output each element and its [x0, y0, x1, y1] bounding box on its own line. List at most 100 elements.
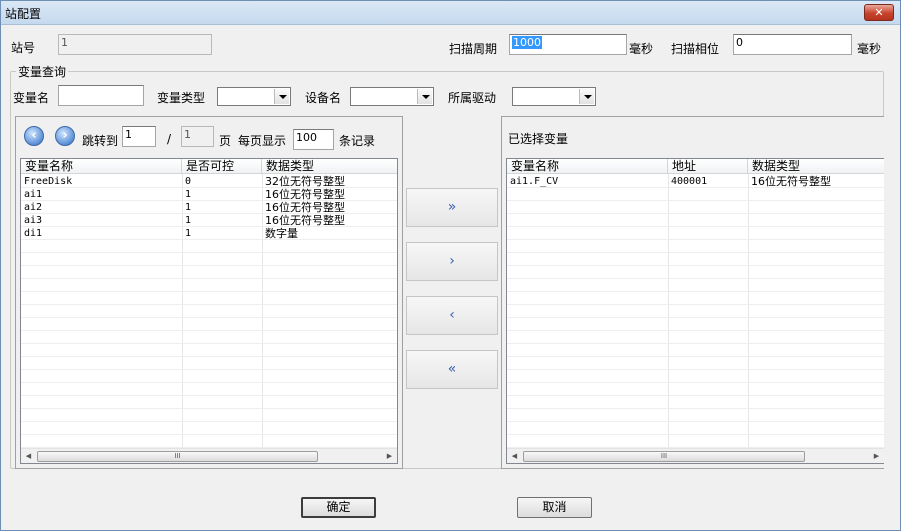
table-row[interactable]: ai3 1 16位无符号整型: [21, 214, 397, 227]
empty-row: [21, 409, 397, 422]
column-header[interactable]: 变量名称: [507, 159, 668, 174]
station-field[interactable]: 1: [58, 34, 212, 55]
ok-button[interactable]: 确定: [301, 497, 376, 518]
var-name-label: 变量名: [13, 91, 50, 105]
empty-row: [21, 344, 397, 357]
empty-row: [507, 292, 884, 305]
close-icon: ✕: [874, 6, 884, 19]
column-header[interactable]: 数据类型: [262, 159, 397, 174]
scroll-left-icon[interactable]: ◀: [507, 449, 522, 463]
driver-dropdown-icon[interactable]: [579, 89, 594, 104]
empty-row: [507, 409, 884, 422]
table-row[interactable]: di1 1 数字量: [21, 227, 397, 240]
horizontal-scrollbar[interactable]: ◀ III ▶: [21, 448, 397, 463]
table-row[interactable]: FreeDisk 0 32位无符号整型: [21, 175, 397, 188]
add-all-button[interactable]: »: [406, 188, 498, 227]
table-row[interactable]: ai2 1 16位无符号整型: [21, 201, 397, 214]
add-selected-button[interactable]: ›: [406, 242, 498, 281]
driver-label: 所属驱动: [448, 91, 497, 105]
empty-row: [507, 318, 884, 331]
device-label: 设备名: [305, 91, 342, 105]
close-button[interactable]: ✕: [864, 4, 894, 21]
empty-row: [21, 370, 397, 383]
table-cell: 400001: [671, 176, 708, 187]
empty-row: [507, 188, 884, 201]
table-row[interactable]: ai1 1 16位无符号整型: [21, 188, 397, 201]
next-page-icon[interactable]: ›: [55, 126, 75, 146]
empty-row: [507, 240, 884, 253]
scroll-thumb[interactable]: III: [37, 451, 318, 462]
empty-row: [507, 357, 884, 370]
table-cell: ai2: [24, 202, 43, 213]
table-row[interactable]: ai1.F_CV 400001 16位无符号整型: [507, 175, 884, 188]
page-number-input[interactable]: 1: [122, 126, 156, 147]
jump-to-label: 跳转到: [82, 134, 119, 148]
empty-row: [507, 370, 884, 383]
scroll-thumb[interactable]: III: [523, 451, 805, 462]
selected-variables-list[interactable]: 变量名称 地址 数据类型 ai1.F_CV 400001 16位无符号整型 ◀ II…: [506, 158, 884, 464]
column-header[interactable]: 数据类型: [748, 159, 884, 174]
remove-all-button[interactable]: «: [406, 350, 498, 389]
device-dropdown-icon[interactable]: [417, 89, 432, 104]
column-header[interactable]: 是否可控: [182, 159, 262, 174]
empty-row: [507, 201, 884, 214]
empty-row: [507, 214, 884, 227]
page-separator: /: [167, 132, 172, 146]
column-header[interactable]: 地址: [668, 159, 748, 174]
table-cell: ai1.F_CV: [510, 176, 559, 187]
empty-row: [507, 396, 884, 409]
scan-period-field[interactable]: 1000: [509, 34, 627, 55]
horizontal-scrollbar[interactable]: ◀ III ▶: [507, 448, 884, 463]
table-cell: 1: [185, 202, 192, 213]
scroll-right-icon[interactable]: ▶: [869, 449, 884, 463]
column-header[interactable]: 变量名称: [21, 159, 182, 174]
var-type-label: 变量类型: [157, 91, 206, 105]
empty-row: [507, 253, 884, 266]
empty-row: [507, 383, 884, 396]
table-cell: FreeDisk: [24, 176, 73, 187]
empty-row: [21, 383, 397, 396]
empty-row: [507, 279, 884, 292]
empty-row: [507, 227, 884, 240]
empty-row: [21, 292, 397, 305]
empty-row: [21, 396, 397, 409]
table-cell: 1: [185, 215, 192, 226]
remove-selected-button[interactable]: ‹: [406, 296, 498, 335]
var-type-dropdown-icon[interactable]: [274, 89, 289, 104]
empty-row: [21, 331, 397, 344]
variable-query-group-label: 变量查询: [16, 63, 69, 80]
scroll-right-icon[interactable]: ▶: [382, 449, 397, 463]
page-unit-label: 页: [219, 134, 232, 148]
empty-row: [21, 435, 397, 448]
per-page-input[interactable]: 100: [293, 129, 334, 150]
cancel-button[interactable]: 取消: [517, 497, 592, 518]
var-type-select[interactable]: [217, 87, 291, 106]
table-cell: ai1: [24, 189, 43, 200]
dialog-window: 站配置 ✕ 站号 1 扫描周期 1000 毫秒 扫描相位 0 毫秒 变量查询 变…: [0, 0, 901, 531]
empty-row: [21, 357, 397, 370]
empty-row: [21, 279, 397, 292]
table-cell: 数字量: [265, 227, 298, 240]
station-label: 站号: [11, 41, 36, 55]
scroll-left-icon[interactable]: ◀: [21, 449, 36, 463]
available-variables-list[interactable]: 变量名称 是否可控 数据类型 FreeDisk 0 32位无符号整型 ai1 1 16位无…: [20, 158, 398, 464]
title-bar: 站配置 ✕: [1, 1, 900, 25]
scan-period-unit: 毫秒: [629, 42, 654, 56]
selected-variables-title: 已选择变量: [508, 132, 569, 146]
empty-row: [21, 240, 397, 253]
empty-row: [507, 331, 884, 344]
scan-phase-field[interactable]: 0: [733, 34, 852, 55]
table-cell: 1: [185, 228, 192, 239]
empty-row: [21, 253, 397, 266]
records-label: 条记录: [339, 134, 376, 148]
scan-period-label: 扫描周期: [449, 42, 498, 56]
driver-select[interactable]: [512, 87, 596, 106]
list-header: 变量名称 地址 数据类型: [507, 159, 884, 174]
scan-phase-unit: 毫秒: [857, 42, 882, 56]
device-select[interactable]: [350, 87, 434, 106]
previous-page-icon[interactable]: ‹: [24, 126, 44, 146]
total-pages-field: 1: [181, 126, 214, 147]
table-cell: 16位无符号整型: [265, 214, 345, 227]
list-header: 变量名称 是否可控 数据类型: [21, 159, 397, 174]
var-name-input[interactable]: [58, 85, 144, 106]
